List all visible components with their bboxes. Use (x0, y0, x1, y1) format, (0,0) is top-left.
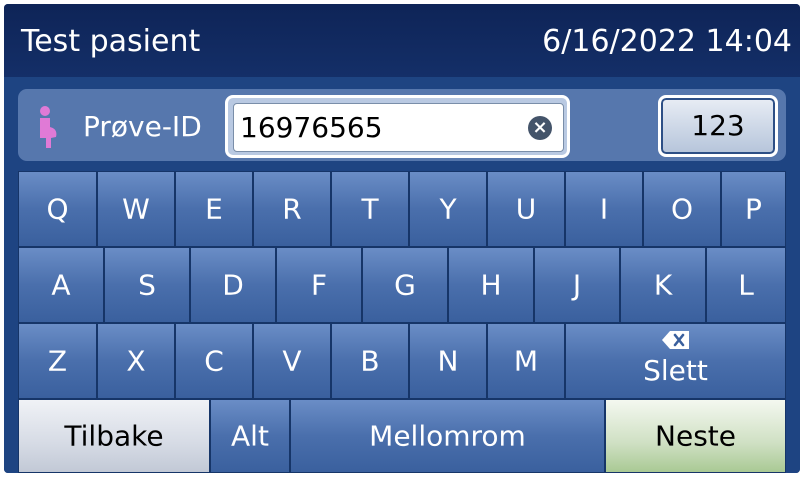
key-y[interactable]: Y (409, 171, 487, 247)
key-q[interactable]: Q (18, 171, 97, 247)
keyboard: Q W E R T Y U I O P A S D F G H J K L Z … (4, 171, 800, 473)
key-b[interactable]: B (331, 323, 409, 399)
back-button[interactable]: Tilbake (18, 399, 210, 473)
key-l[interactable]: L (706, 247, 786, 323)
key-i[interactable]: I (565, 171, 643, 247)
sample-id-field[interactable]: 16976565 × (225, 95, 570, 158)
delete-label: Slett (643, 354, 708, 387)
key-j[interactable]: J (534, 247, 620, 323)
key-w[interactable]: W (97, 171, 175, 247)
key-x[interactable]: X (97, 323, 175, 399)
date-time: 6/16/2022 14:04 (542, 24, 792, 59)
key-e[interactable]: E (175, 171, 253, 247)
key-d[interactable]: D (190, 247, 276, 323)
delete-button[interactable]: Slett (565, 323, 786, 399)
key-o[interactable]: O (643, 171, 721, 247)
key-p[interactable]: P (721, 171, 786, 247)
key-a[interactable]: A (18, 247, 104, 323)
space-button[interactable]: Mellomrom (290, 399, 605, 473)
pregnant-woman-icon (40, 106, 57, 148)
clear-icon[interactable]: × (528, 116, 552, 140)
next-button[interactable]: Neste (605, 399, 786, 473)
backspace-icon (661, 331, 689, 349)
key-z[interactable]: Z (18, 323, 97, 399)
key-t[interactable]: T (331, 171, 409, 247)
device-screen: Test pasient 6/16/2022 14:04 Prøve-ID 16… (4, 4, 800, 473)
sample-id-label: Prøve-ID (83, 110, 202, 143)
sample-id-panel: Prøve-ID 16976565 × 123 (18, 89, 786, 161)
key-u[interactable]: U (487, 171, 565, 247)
key-v[interactable]: V (253, 323, 331, 399)
key-s[interactable]: S (104, 247, 190, 323)
key-m[interactable]: M (487, 323, 565, 399)
page-title: Test pasient (21, 24, 201, 59)
alt-button[interactable]: Alt (210, 399, 290, 473)
key-r[interactable]: R (253, 171, 331, 247)
key-f[interactable]: F (276, 247, 362, 323)
key-h[interactable]: H (448, 247, 534, 323)
key-g[interactable]: G (362, 247, 448, 323)
entry-area: Prøve-ID 16976565 × 123 Q W E R T Y U I … (4, 77, 800, 473)
sample-id-input-box[interactable]: 16976565 × (233, 103, 564, 152)
key-k[interactable]: K (620, 247, 706, 323)
sample-id-input[interactable]: 16976565 (240, 111, 383, 144)
key-c[interactable]: C (175, 323, 253, 399)
title-bar: Test pasient 6/16/2022 14:04 (4, 4, 800, 77)
numeric-keyboard-button[interactable]: 123 (658, 95, 778, 157)
key-n[interactable]: N (409, 323, 487, 399)
